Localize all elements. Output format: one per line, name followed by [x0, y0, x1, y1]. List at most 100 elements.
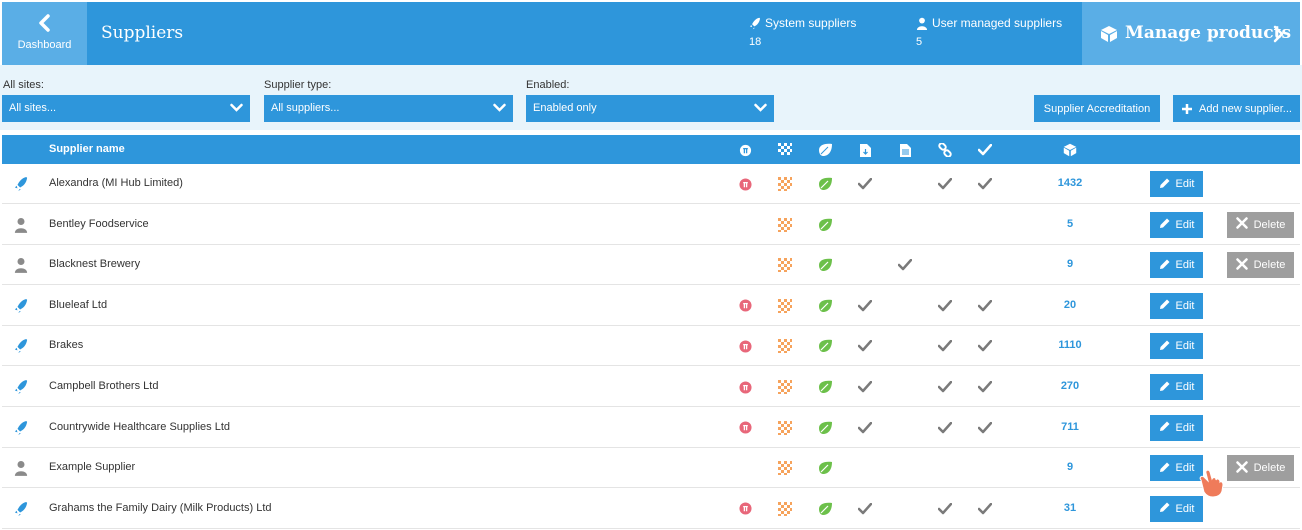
- delete-label: Delete: [1253, 218, 1286, 231]
- box-icon: [1101, 26, 1117, 42]
- edit-button[interactable]: Edit: [1150, 211, 1203, 238]
- sites-select-value: All sites...: [9, 102, 57, 114]
- system-suppliers-label: System suppliers: [765, 16, 857, 30]
- product-count[interactable]: 1432: [1030, 177, 1110, 189]
- product-count[interactable]: 270: [1030, 380, 1110, 392]
- chevron-down-icon: [230, 103, 243, 112]
- pencil-icon: [1159, 380, 1171, 395]
- link-check-icon: [937, 501, 953, 517]
- supplier-name: Blacknest Brewery: [49, 258, 141, 271]
- products-box-icon[interactable]: [1062, 142, 1078, 158]
- table-row[interactable]: Alexandra (MI Hub Limited) 1432 Edit: [2, 164, 1300, 204]
- table-row[interactable]: Blueleaf Ltd 20 Edit: [2, 285, 1300, 326]
- table-row[interactable]: Blacknest Brewery 9 Edit Delete: [2, 245, 1300, 286]
- edit-button[interactable]: Edit: [1150, 495, 1203, 522]
- table-row[interactable]: Grahams the Family Dairy (Milk Products)…: [2, 488, 1300, 529]
- chevron-down-icon: [754, 103, 767, 112]
- table-row[interactable]: Campbell Brothers Ltd 270 Edit: [2, 367, 1300, 407]
- edit-button[interactable]: Edit: [1150, 292, 1203, 319]
- edit-label: Edit: [1175, 259, 1195, 272]
- checker-icon: [777, 501, 793, 517]
- product-count[interactable]: 9: [1030, 258, 1110, 270]
- edit-button[interactable]: Edit: [1150, 333, 1203, 360]
- edit-label: Edit: [1175, 299, 1195, 312]
- leaf-icon[interactable]: [817, 142, 833, 158]
- leaf-icon: [817, 257, 833, 273]
- checker-icon: [777, 298, 793, 314]
- checker-icon: [777, 379, 793, 395]
- user-suppliers-label: User managed suppliers: [932, 16, 1063, 30]
- leaf-icon: [817, 420, 833, 436]
- edit-button[interactable]: Edit: [1150, 171, 1203, 197]
- check-icon[interactable]: [977, 142, 993, 158]
- product-count[interactable]: 20: [1030, 299, 1110, 311]
- leaf-icon: [817, 501, 833, 517]
- table-row[interactable]: Brakes 1110 Edit: [2, 326, 1300, 367]
- user-icon: [916, 17, 928, 30]
- checker-icon: [777, 217, 793, 233]
- allergen-icon[interactable]: [737, 142, 753, 158]
- edit-button[interactable]: Edit: [1150, 374, 1203, 400]
- table-row[interactable]: Countrywide Healthcare Supplies Ltd 711 Ed…: [2, 407, 1300, 448]
- system-suppliers-stat: System suppliers 18: [749, 16, 856, 48]
- link-check-icon: [937, 338, 953, 354]
- download-check-icon: [857, 379, 873, 395]
- approved-check-icon: [977, 501, 993, 517]
- chevron-down-icon: [493, 103, 506, 112]
- enabled-select-value: Enabled only: [533, 102, 597, 114]
- table-row[interactable]: Bentley Foodservice 5 Edit Delete: [2, 204, 1300, 245]
- close-icon: [1235, 257, 1248, 273]
- edit-button[interactable]: Edit: [1150, 455, 1203, 482]
- add-supplier-button[interactable]: Add new supplier...: [1173, 95, 1300, 122]
- link-icon[interactable]: [937, 142, 953, 158]
- edit-button[interactable]: Edit: [1150, 252, 1203, 279]
- document-icon[interactable]: [897, 142, 913, 158]
- product-count[interactable]: 31: [1030, 502, 1110, 514]
- download-check-icon: [857, 176, 873, 192]
- pencil-icon: [1159, 177, 1171, 192]
- supplier-accreditation-button[interactable]: Supplier Accreditation: [1034, 95, 1160, 122]
- allergen-icon: [737, 176, 753, 192]
- product-count[interactable]: 711: [1030, 421, 1110, 433]
- table-row[interactable]: Example Supplier 9 Edit Delete: [2, 448, 1300, 489]
- rocket-icon: [749, 17, 761, 29]
- product-count[interactable]: 1110: [1030, 339, 1110, 351]
- supplier-name: Alexandra (MI Hub Limited): [49, 177, 183, 189]
- delete-label: Delete: [1253, 259, 1286, 272]
- user-icon: [14, 216, 30, 234]
- manage-products-label: Manage products: [1125, 23, 1292, 43]
- dashboard-button[interactable]: Dashboard: [2, 2, 87, 65]
- rocket-icon: [14, 378, 30, 396]
- delete-button[interactable]: Delete: [1227, 211, 1294, 238]
- supplier-name: Brakes: [49, 339, 84, 352]
- approved-check-icon: [977, 176, 993, 192]
- sites-select[interactable]: All sites...: [2, 95, 250, 122]
- supplier-type-select[interactable]: All suppliers...: [264, 95, 513, 122]
- checker-icon: [777, 176, 793, 192]
- manage-products-button[interactable]: Manage products: [1082, 2, 1300, 65]
- checker-icon[interactable]: [777, 142, 793, 158]
- pencil-icon: [1159, 461, 1171, 476]
- edit-label: Edit: [1175, 178, 1195, 190]
- pencil-icon: [1159, 217, 1171, 232]
- download-check-icon: [857, 420, 873, 436]
- supplier-name: Bentley Foodservice: [49, 217, 149, 230]
- delete-button[interactable]: Delete: [1227, 252, 1294, 279]
- user-suppliers-stat: User managed suppliers 5: [916, 16, 1062, 48]
- delete-button[interactable]: Delete: [1227, 455, 1294, 482]
- checker-icon: [777, 420, 793, 436]
- product-count[interactable]: 5: [1030, 218, 1110, 230]
- supplier-name-header[interactable]: Supplier name: [49, 143, 125, 155]
- allergen-icon: [737, 501, 753, 517]
- enabled-select[interactable]: Enabled only: [526, 95, 774, 122]
- pencil-icon: [1159, 420, 1171, 435]
- link-check-icon: [937, 176, 953, 192]
- edit-label: Edit: [1175, 462, 1195, 475]
- supplier-name: Countrywide Healthcare Supplies Ltd: [49, 420, 230, 433]
- product-count[interactable]: 9: [1030, 461, 1110, 473]
- leaf-icon: [817, 338, 833, 354]
- leaf-icon: [817, 176, 833, 192]
- download-doc-icon[interactable]: [857, 142, 873, 158]
- edit-button[interactable]: Edit: [1150, 414, 1203, 441]
- supplier-type-value: All suppliers...: [271, 102, 340, 114]
